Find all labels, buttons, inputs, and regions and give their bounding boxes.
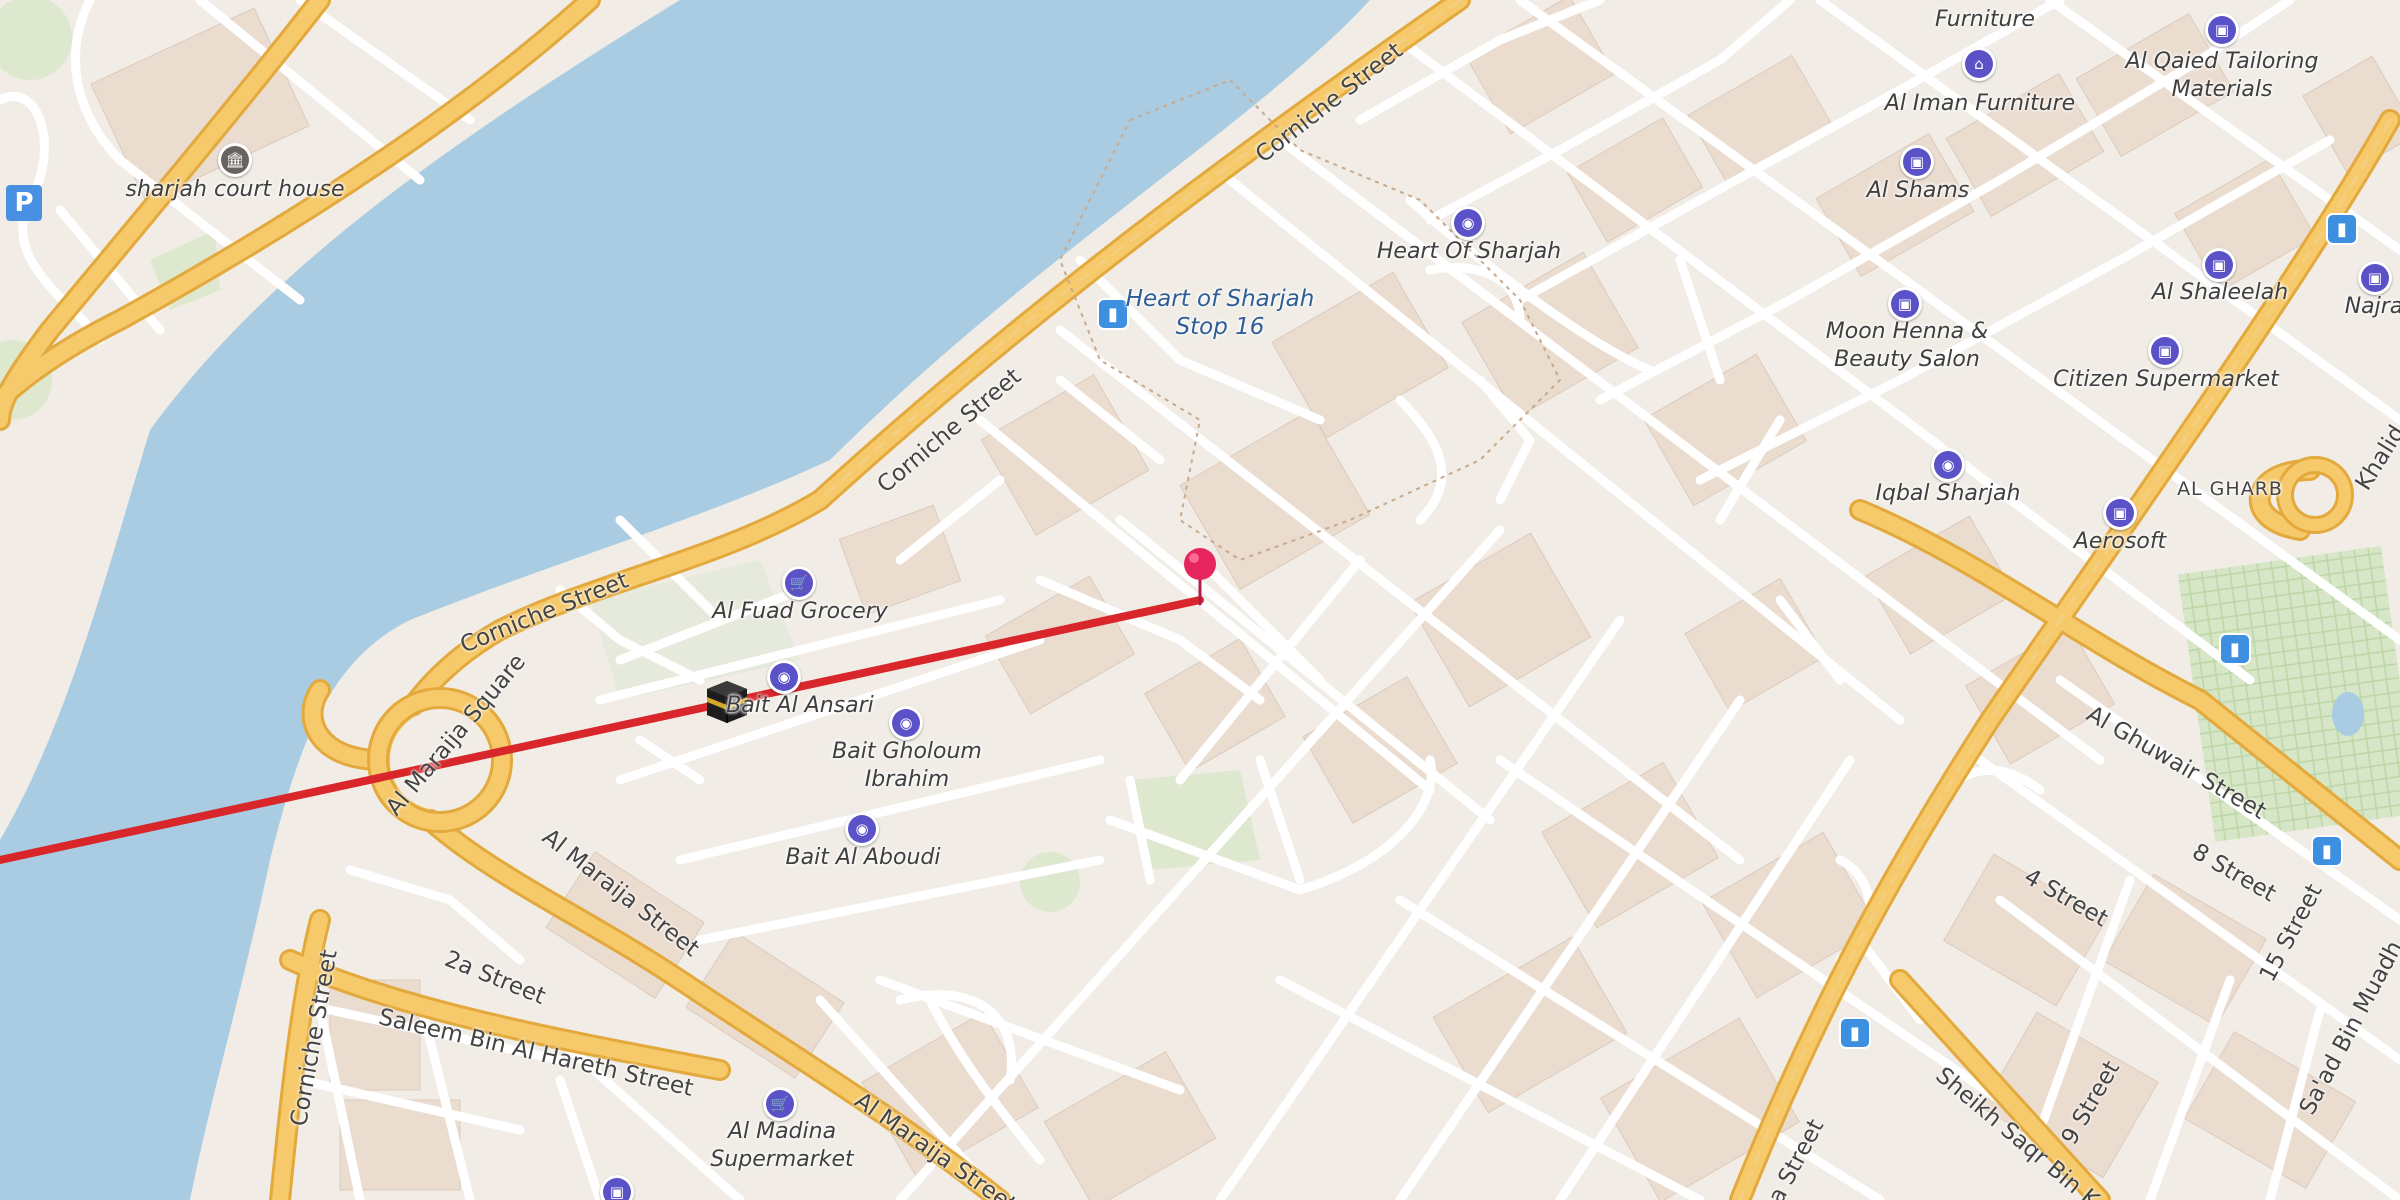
place-label-sharjah-court-house[interactable]: sharjah court house (126, 176, 345, 204)
shopping-bag-icon[interactable]: ▣ (2148, 334, 2182, 368)
shopping-bag-icon[interactable]: ▣ (2205, 13, 2239, 47)
shopping-cart-icon[interactable]: 🛒 (763, 1087, 797, 1121)
parking-icon[interactable]: P (6, 185, 42, 221)
place-label-al-shaleelah[interactable]: Al Shaleelah (2152, 279, 2288, 307)
place-label-bait-al-ansari[interactable]: Bait Al Ansari (726, 692, 874, 720)
place-label-iqbal-sharjah[interactable]: Iqbal Sharjah (1876, 480, 2021, 508)
map-view[interactable]: 🏛 🛒 ◉ ◉ ◉ ◉ ⌂ ▣ ▣ ▣ ▣ ▣ ◉ ▣ ▣ 🛒 ▣ P ▮ ▮ … (0, 0, 2400, 1200)
park-area (1020, 852, 1080, 912)
place-label-bait-al-aboudi[interactable]: Bait Al Aboudi (786, 844, 941, 872)
bus-stop-icon[interactable]: ▮ (2328, 215, 2356, 243)
place-label-al-shams[interactable]: Al Shams (1867, 177, 1969, 205)
place-label-al-fuad-grocery[interactable]: Al Fuad Grocery (712, 598, 888, 626)
lamp-icon[interactable]: ⌂ (1962, 47, 1996, 81)
dropped-pin-icon[interactable] (1182, 546, 1218, 606)
place-label-heart-of-sharjah-stop[interactable]: Heart of Sharjah Stop 16 (1126, 285, 1315, 341)
place-label-moon-henna[interactable]: Moon Henna & Beauty Salon (1826, 318, 1988, 374)
district-label-al-gharb: AL GHARB (2177, 478, 2283, 500)
camera-icon[interactable]: ◉ (1931, 448, 1965, 482)
bus-stop-icon[interactable]: ▮ (2221, 635, 2249, 663)
camera-icon[interactable]: ◉ (845, 812, 879, 846)
place-label-najra[interactable]: Najra (2345, 293, 2400, 321)
shopping-bag-icon[interactable]: ▣ (1888, 287, 1922, 321)
pond (2332, 692, 2364, 736)
shopping-bag-icon[interactable]: ▣ (2202, 248, 2236, 282)
bus-stop-icon[interactable]: ▮ (2313, 837, 2341, 865)
shopping-bag-icon[interactable]: ▣ (2103, 496, 2137, 530)
place-label-aerosoft[interactable]: Aerosoft (2074, 528, 2166, 556)
camera-icon[interactable]: ◉ (767, 660, 801, 694)
museum-icon[interactable]: 🏛 (218, 143, 252, 177)
bus-stop-icon[interactable]: ▮ (1099, 300, 1127, 328)
place-label-bait-gholoum-ibrahim[interactable]: Bait Gholoum Ibrahim (832, 738, 982, 794)
camera-icon[interactable]: ◉ (889, 706, 923, 740)
shopping-cart-icon[interactable]: 🛒 (782, 566, 816, 600)
bus-stop-icon[interactable]: ▮ (1841, 1019, 1869, 1047)
place-label-al-madina-supermarket[interactable]: Al Madina Supermarket (710, 1118, 853, 1174)
place-label-heart-of-sharjah[interactable]: Heart Of Sharjah (1377, 238, 1561, 266)
place-label-furniture[interactable]: Furniture (1935, 6, 2035, 34)
shopping-bag-icon[interactable]: ▣ (2358, 261, 2392, 295)
camera-icon[interactable]: ◉ (1451, 206, 1485, 240)
shopping-bag-icon[interactable]: ▣ (1900, 145, 1934, 179)
place-label-citizen-supermarket[interactable]: Citizen Supermarket (2053, 366, 2279, 394)
place-label-al-iman-furniture[interactable]: Al Iman Furniture (1885, 90, 2075, 118)
place-label-al-qaied-tailoring[interactable]: Al Qaied Tailoring Materials (2126, 48, 2319, 104)
